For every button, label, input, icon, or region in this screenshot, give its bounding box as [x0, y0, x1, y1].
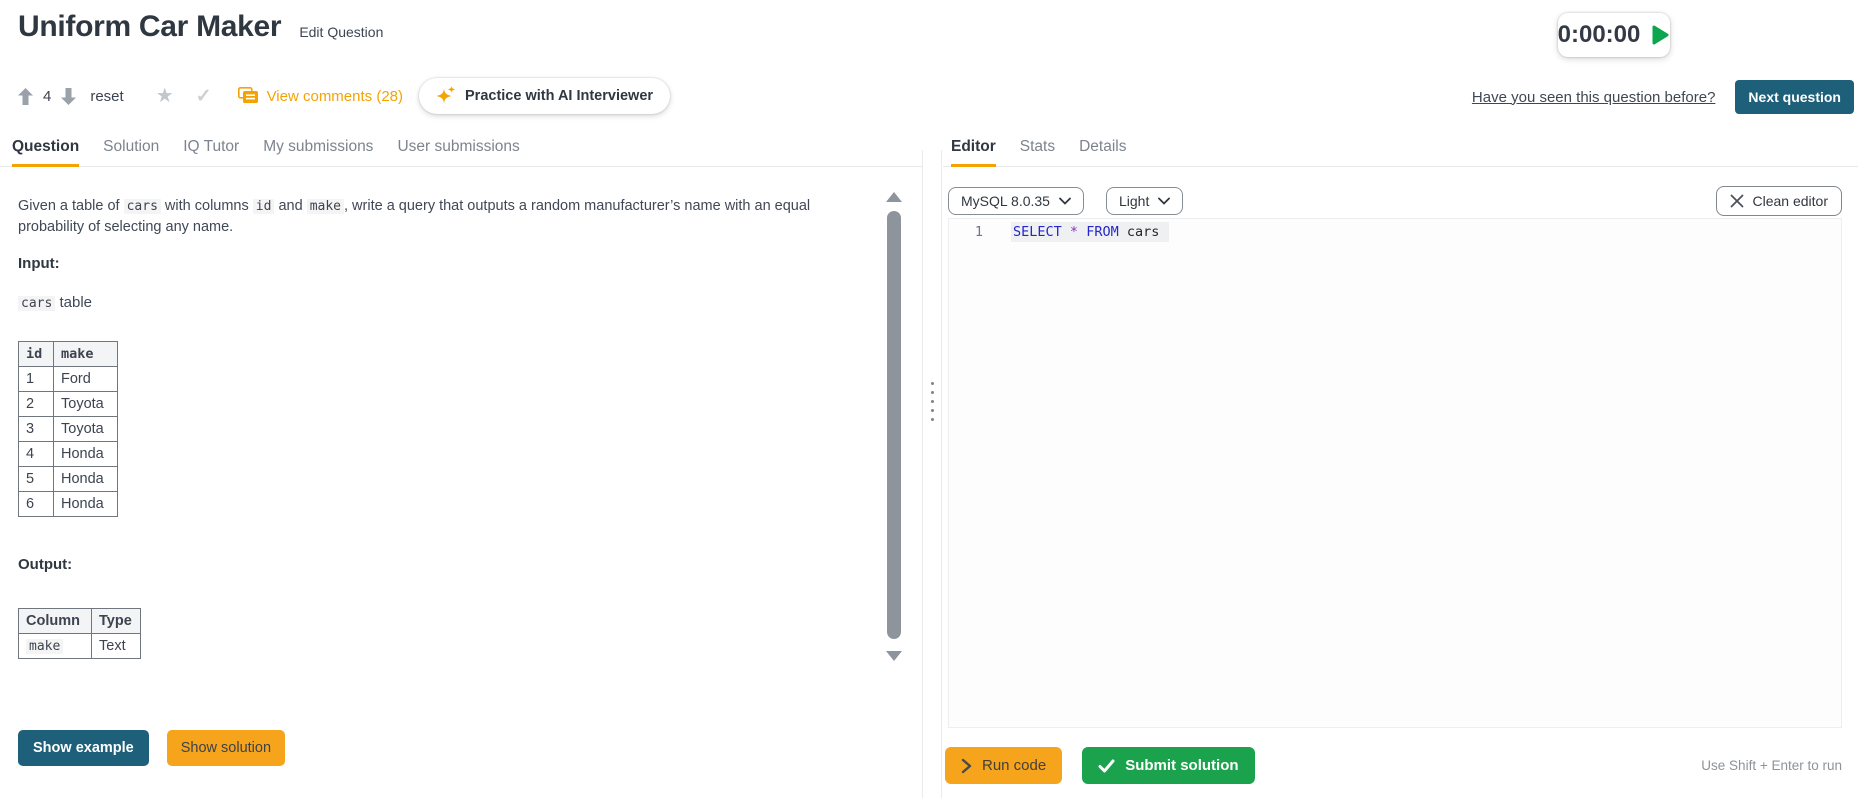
table-row: make Text — [18, 633, 141, 659]
tab-solution[interactable]: Solution — [103, 138, 159, 166]
output-column-header: Column — [18, 608, 92, 634]
output-table-header-row: Column Type — [18, 608, 141, 634]
clean-editor-button[interactable]: Clean editor — [1715, 186, 1842, 216]
submit-solution-button[interactable]: Submit solution — [1082, 747, 1255, 784]
checkmark-icon — [1098, 759, 1115, 772]
sparkles-icon — [436, 86, 456, 103]
language-select[interactable]: MySQL 8.0.35 — [948, 187, 1084, 215]
app: Uniform Car Maker Edit Question 0:00:00 … — [0, 0, 1858, 798]
downvote-button[interactable] — [61, 87, 77, 105]
chevron-down-icon — [1059, 197, 1071, 205]
timer-play-button[interactable] — [1651, 24, 1670, 46]
practice-ai-button[interactable]: Practice with AI Interviewer — [419, 78, 671, 114]
practice-ai-label: Practice with AI Interviewer — [465, 88, 654, 104]
theme-select[interactable]: Light — [1105, 187, 1184, 215]
scrollbar-down-arrow[interactable] — [886, 651, 902, 661]
question-text: Given a table of cars with columns id an… — [18, 197, 811, 235]
cars-code-chip: cars — [18, 296, 56, 311]
table-row: 5 Honda — [18, 466, 118, 492]
question-meta-row: 4 reset ★ ✓ View comments (28) Practice … — [18, 76, 671, 116]
output-table: Column Type make Text — [18, 608, 141, 659]
scrollbar-up-arrow[interactable] — [886, 192, 902, 202]
code-content: SELECT * FROM cars — [1011, 222, 1170, 242]
run-hint: Use Shift + Enter to run — [1701, 758, 1842, 773]
reset-link[interactable]: reset — [90, 88, 123, 105]
input-column-header: make — [53, 341, 118, 367]
upvote-button[interactable] — [18, 87, 33, 105]
tab-editor[interactable]: Editor — [951, 138, 996, 167]
input-table-caption: cars table — [18, 294, 92, 311]
clean-editor-label: Clean editor — [1752, 193, 1829, 209]
panel-resize-handle[interactable] — [923, 376, 941, 427]
editor-action-row: Run code Submit solution Use Shift + Ent… — [945, 747, 1842, 784]
edit-question-link[interactable]: Edit Question — [299, 24, 383, 40]
output-column-header: Type — [91, 608, 141, 634]
input-table: id make 1 Ford 2 Toyota 3 Toyota 4 Honda 5 Honda 6 H… — [18, 341, 118, 517]
table-row: 4 Honda — [18, 441, 118, 467]
seen-before-link[interactable]: Have you seen this question before? — [1472, 89, 1716, 106]
table-row: 2 Toyota — [18, 391, 118, 417]
play-icon — [1652, 25, 1669, 45]
close-icon — [1730, 194, 1743, 208]
tab-iq-tutor[interactable]: IQ Tutor — [183, 138, 239, 166]
editor-toolbar: MySQL 8.0.35 Light Clean editor — [948, 186, 1842, 216]
scrollbar-thumb[interactable] — [887, 211, 901, 639]
vote-count: 4 — [43, 87, 52, 105]
table-row: 6 Honda — [18, 491, 118, 517]
output-label: Output: — [18, 556, 73, 573]
theme-select-value: Light — [1118, 193, 1150, 209]
show-solution-button[interactable]: Show solution — [166, 730, 286, 766]
left-panel-scrollbar — [884, 192, 904, 688]
show-example-button[interactable]: Show example — [18, 730, 149, 766]
favorite-star-icon[interactable]: ★ — [156, 86, 174, 106]
mark-done-icon[interactable]: ✓ — [196, 87, 212, 106]
downvote-icon — [61, 87, 77, 105]
tab-question[interactable]: Question — [12, 138, 80, 167]
header-right-meta: Have you seen this question before? Next… — [1472, 80, 1854, 114]
view-comments-link[interactable]: View comments (28) — [237, 87, 403, 105]
submit-solution-label: Submit solution — [1125, 757, 1239, 774]
chevron-down-icon — [1158, 197, 1171, 205]
next-question-button[interactable]: Next question — [1735, 80, 1854, 114]
input-label: Input: — [18, 255, 60, 272]
right-panel-tabs: Editor Stats Details — [943, 131, 1858, 167]
run-code-label: Run code — [982, 757, 1047, 774]
tab-user-submissions[interactable]: User submissions — [397, 138, 519, 166]
input-column-header: id — [18, 341, 54, 367]
tab-my-submissions[interactable]: My submissions — [263, 138, 373, 166]
page-title: Uniform Car Maker — [18, 10, 282, 43]
input-table-header-row: id make — [18, 341, 118, 367]
upvote-icon — [18, 87, 33, 105]
timer-display: 0:00:00 — [1557, 21, 1641, 48]
table-row: 1 Ford — [18, 366, 118, 392]
timer-card: 0:00:00 — [1558, 13, 1670, 57]
tab-stats[interactable]: Stats — [1020, 138, 1055, 166]
table-row: 3 Toyota — [18, 416, 118, 442]
code-line: 1 SELECT * FROM cars — [949, 222, 1841, 242]
left-action-row: Show example Show solution — [18, 730, 286, 766]
view-comments-label: View comments (28) — [266, 87, 403, 105]
chevron-right-icon — [961, 758, 972, 773]
language-select-value: MySQL 8.0.35 — [961, 193, 1050, 209]
run-code-button[interactable]: Run code — [945, 747, 1063, 784]
left-panel-tabs: Question Solution IQ Tutor My submission… — [0, 131, 922, 167]
comment-icon — [237, 87, 258, 103]
title-row: Uniform Car Maker Edit Question — [18, 10, 383, 44]
tab-details[interactable]: Details — [1079, 138, 1126, 166]
line-number: 1 — [974, 224, 983, 240]
code-editor-area[interactable]: 1 SELECT * FROM cars — [948, 218, 1842, 728]
input-caption-text: table — [55, 294, 93, 311]
panel-divider — [922, 150, 942, 798]
